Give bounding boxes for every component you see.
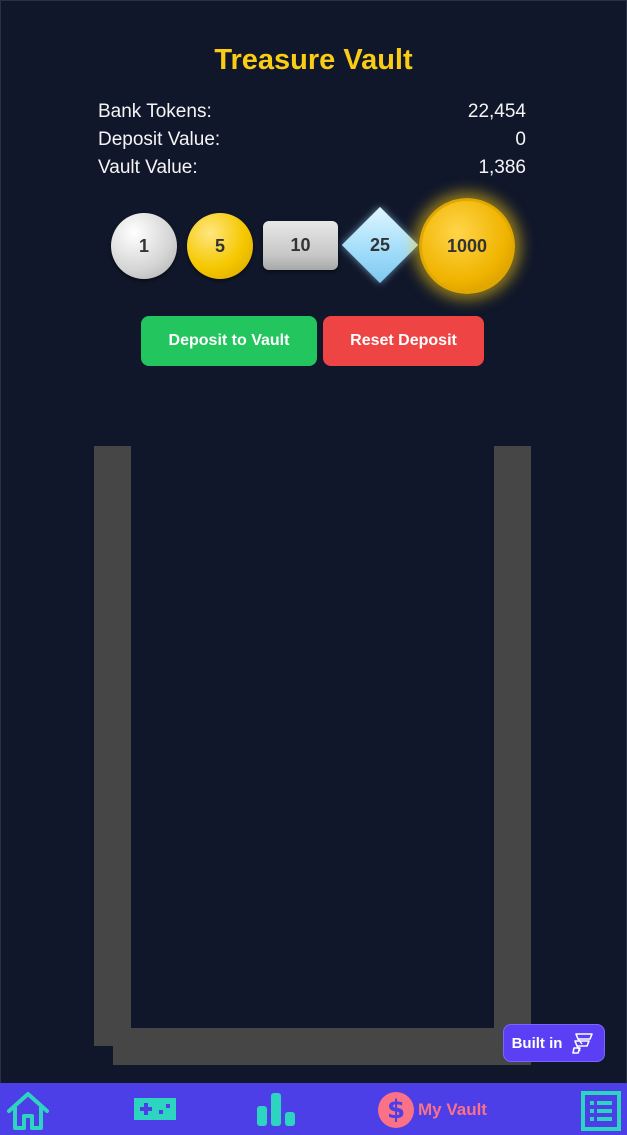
game-title: Treasure Vault	[214, 44, 413, 76]
stat-label: Vault Value:	[98, 157, 198, 178]
nav-my-vault-label: My Vault	[418, 1100, 487, 1119]
vault-floor-shadow	[113, 1046, 513, 1065]
chip-label: 1000	[446, 235, 488, 256]
gamepad-icon	[134, 1098, 176, 1120]
dollar-coin-icon: $	[378, 1092, 414, 1128]
chip-10[interactable]: 10	[263, 221, 338, 270]
chip-label: 25	[369, 234, 391, 255]
stat-value: 22,454	[467, 101, 526, 122]
vault-right-wall	[494, 446, 531, 1046]
nav-games[interactable]	[134, 1097, 176, 1121]
stat-bank-tokens: Bank Tokens: 22,454	[98, 100, 526, 128]
stat-deposit-value: Deposit Value: 0	[98, 128, 526, 156]
badge-label: Built in	[511, 1034, 563, 1052]
chip-label: 1	[138, 235, 149, 256]
bar-chart-icon	[257, 1093, 295, 1126]
chip-25[interactable]: 25	[341, 206, 419, 284]
chip-1[interactable]: 1	[111, 213, 177, 279]
vault-left-wall	[94, 446, 131, 1046]
stats-panel: Bank Tokens: 22,454 Deposit Value: 0 Vau…	[98, 100, 526, 184]
stat-label: Deposit Value:	[98, 129, 221, 150]
nav-stats[interactable]	[256, 1092, 296, 1128]
reset-deposit-button[interactable]: Reset Deposit	[323, 316, 484, 366]
stat-value: 0	[515, 129, 526, 150]
stat-vault-value: Vault Value: 1,386	[98, 156, 526, 184]
bottom-nav: $ My Vault	[0, 1083, 627, 1135]
nav-home[interactable]	[5, 1091, 51, 1131]
deposit-button[interactable]: Deposit to Vault	[141, 316, 317, 366]
chip-1000[interactable]: 1000	[419, 198, 515, 294]
stat-value: 1,386	[478, 157, 526, 178]
chip-label: 5	[214, 235, 225, 256]
built-in-badge[interactable]: Built in	[503, 1024, 605, 1062]
home-icon	[7, 1092, 49, 1130]
chip-selector: 1 5 10 25 1000	[0, 196, 627, 296]
stat-label: Bank Tokens:	[98, 101, 212, 122]
list-icon	[581, 1091, 621, 1131]
builder-logo-icon	[572, 1033, 594, 1054]
chip-label: 10	[290, 235, 311, 255]
chip-5[interactable]: 5	[187, 213, 253, 279]
nav-menu[interactable]	[581, 1091, 621, 1131]
vault-floor	[131, 1028, 494, 1046]
nav-my-vault[interactable]: $ My Vault	[378, 1092, 487, 1128]
